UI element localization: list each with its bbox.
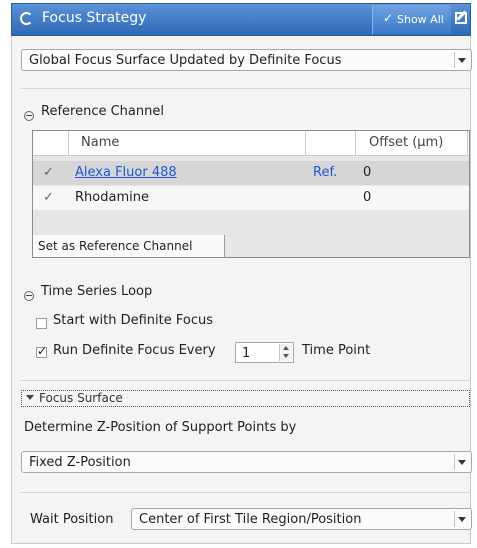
focus-surface-heading[interactable]: Focus Surface <box>21 390 470 407</box>
set-reference-channel-label: Set as Reference Channel <box>38 239 193 253</box>
run-definite-focus-label: Run Definite Focus Every <box>53 343 216 358</box>
column-header-offset[interactable]: Offset (µm) <box>369 135 443 150</box>
show-all-toggle[interactable]: ✓ Show All <box>372 5 451 34</box>
divider <box>21 492 471 493</box>
support-points-select-value: Fixed Z-Position <box>29 455 131 470</box>
table-row[interactable]: ✓ Alexa Fluor 488 Ref. 0 <box>33 161 469 185</box>
column-divider <box>355 131 356 155</box>
divider <box>21 380 471 381</box>
panel-title: Focus Strategy <box>42 10 147 26</box>
support-points-select[interactable]: Fixed Z-Position <box>21 451 472 473</box>
table-row[interactable]: ✓ Rhodamine 0 <box>33 186 469 210</box>
table-header: Name Offset (µm) <box>33 131 469 156</box>
chevron-down-icon[interactable] <box>454 52 469 68</box>
reference-channel-heading[interactable]: Reference Channel <box>41 104 164 119</box>
channel-name-link[interactable]: Alexa Fluor 488 <box>75 165 177 180</box>
reference-marker: Ref. <box>313 165 338 180</box>
edit-icon[interactable] <box>455 12 467 24</box>
run-definite-focus-checkbox[interactable] <box>36 344 47 358</box>
time-series-loop-heading[interactable]: Time Series Loop <box>41 284 152 299</box>
strategy-select-value: Global Focus Surface Updated by Definite… <box>29 53 342 68</box>
channel-name: Rhodamine <box>75 190 149 205</box>
chevron-down-icon[interactable] <box>454 511 469 527</box>
reference-channel-table: Name Offset (µm) ✓ Alexa Fluor 488 Ref. … <box>32 130 470 258</box>
time-point-label: Time Point <box>302 343 371 358</box>
stepper-arrows-icon[interactable] <box>279 344 292 361</box>
column-divider <box>305 131 306 155</box>
column-divider <box>68 131 69 155</box>
panel-header: Focus Strategy ✓ Show All <box>11 3 471 36</box>
wait-position-select-value: Center of First Tile Region/Position <box>139 512 362 527</box>
divider <box>21 88 471 89</box>
collapse-icon[interactable] <box>24 291 34 301</box>
set-reference-channel-button[interactable]: Set as Reference Channel <box>33 235 225 257</box>
chevron-down-icon[interactable] <box>454 454 469 470</box>
start-with-definite-focus-checkbox[interactable] <box>36 318 47 329</box>
wait-position-select[interactable]: Center of First Tile Region/Position <box>131 508 472 530</box>
wait-position-label: Wait Position <box>30 512 114 527</box>
interval-value[interactable]: 1 <box>242 346 250 361</box>
channel-offset: 0 <box>363 190 372 205</box>
column-header-name[interactable]: Name <box>81 135 119 150</box>
focus-surface-label: Focus Surface <box>39 391 123 405</box>
strategy-select[interactable]: Global Focus Surface Updated by Definite… <box>21 49 472 71</box>
row-check-icon: ✓ <box>43 190 54 205</box>
column-divider <box>467 131 468 155</box>
show-all-label: Show All <box>397 13 444 26</box>
interval-stepper[interactable]: 1 <box>235 342 294 363</box>
checkmark-icon: ✓ <box>383 11 394 25</box>
start-with-definite-focus-label: Start with Definite Focus <box>53 313 214 328</box>
refresh-icon[interactable] <box>20 12 33 25</box>
row-check-icon: ✓ <box>43 165 54 180</box>
collapse-arrow-icon <box>26 395 34 400</box>
channel-offset: 0 <box>363 165 372 180</box>
support-points-label: Determine Z-Position of Support Points b… <box>24 420 297 435</box>
collapse-icon[interactable] <box>24 111 34 121</box>
